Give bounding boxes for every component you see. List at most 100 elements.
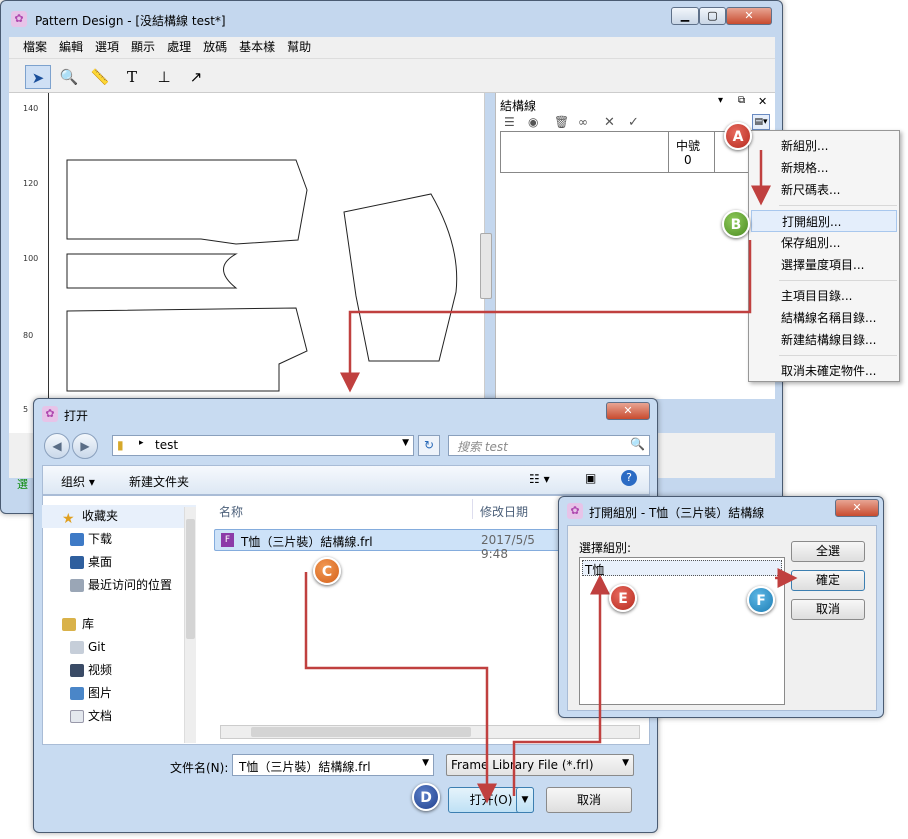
preview-pane-icon[interactable]: ▣: [585, 471, 596, 485]
dialog-close-button[interactable]: ✕: [606, 402, 650, 420]
panel-list-icon[interactable]: ☰: [504, 115, 515, 129]
panel-float-icon[interactable]: ⧉: [738, 95, 745, 106]
menu-item-1[interactable]: 編輯: [53, 37, 89, 57]
close-button[interactable]: ✕: [726, 7, 772, 25]
back-button[interactable]: ◀: [44, 433, 70, 459]
nav-favorites[interactable]: ★ 收藏夹: [42, 505, 196, 528]
path-segment[interactable]: test: [155, 438, 178, 452]
group-label: 選擇組別:: [579, 541, 632, 555]
menu-main-catalog[interactable]: 主項目目錄...: [749, 285, 899, 307]
menu-item-3[interactable]: 顯示: [125, 37, 161, 57]
zoom-icon[interactable]: 🔍: [56, 65, 82, 89]
select-all-button[interactable]: 全選: [791, 541, 865, 562]
panel-menu-button[interactable]: ▤▾: [752, 114, 770, 130]
menu-bar: 檔案 編輯 選項 顯示 處理 放碼 基本樣 幫助: [9, 37, 775, 59]
video-icon: [70, 664, 84, 677]
organize-button[interactable]: 组织 ▾: [61, 473, 95, 490]
panel-link-icon[interactable]: ∞: [578, 115, 588, 129]
anchor-tool-icon[interactable]: ⊥: [151, 65, 177, 89]
group-dialog-icon: ✿: [567, 503, 583, 519]
select-arrow-icon[interactable]: ➤: [25, 65, 51, 89]
text-tool-icon[interactable]: T: [119, 65, 145, 89]
file-row[interactable]: F T恤（三片裝）結構線.frl 2017/5/5 9:48: [214, 529, 564, 561]
minimize-button[interactable]: ▁: [671, 7, 699, 25]
open-split-arrow[interactable]: ▼: [516, 787, 534, 813]
menu-item-6[interactable]: 基本樣: [233, 37, 281, 57]
group-list-item[interactable]: T恤: [582, 560, 782, 577]
menu-item-7[interactable]: 幫助: [281, 37, 317, 57]
panel-eye-icon[interactable]: ◉: [528, 115, 538, 129]
panel-delete-icon[interactable]: 🗑: [554, 115, 569, 129]
menu-new-group[interactable]: 新組別...: [749, 135, 899, 157]
menu-open-group[interactable]: 打開組別...: [751, 210, 897, 232]
nav-downloads[interactable]: 下载: [42, 528, 196, 551]
canvas-scrollbar[interactable]: [480, 233, 492, 299]
curve-tool-icon[interactable]: ↗: [183, 65, 209, 89]
nav-label: 文档: [88, 709, 113, 723]
search-input[interactable]: 搜索 test 🔍: [448, 435, 650, 456]
nav-label: 图片: [88, 686, 113, 700]
panel-check-icon[interactable]: ✓: [628, 115, 639, 130]
menu-cancel-uncommitted[interactable]: 取消未確定物件...: [749, 360, 899, 382]
ruler-icon[interactable]: 📏: [87, 65, 113, 89]
ruler-label: 100: [23, 254, 39, 263]
nav-label: 库: [82, 617, 95, 631]
nav-pictures[interactable]: 图片: [42, 682, 196, 705]
group-dialog-close-button[interactable]: ✕: [835, 499, 879, 517]
star-icon: ★: [62, 511, 75, 527]
download-folder-icon: [70, 533, 84, 546]
menu-new-size-chart[interactable]: 新尺碼表...: [749, 179, 899, 201]
address-bar[interactable]: ▮ ▸ test ▼: [112, 435, 414, 456]
nav-library[interactable]: 库: [42, 613, 196, 636]
nav-label: 视频: [88, 663, 113, 677]
ok-button[interactable]: 確定: [791, 570, 865, 591]
filename-dropdown-icon[interactable]: ▼: [422, 758, 429, 768]
nav-label: 下载: [88, 532, 113, 546]
menu-item-2[interactable]: 選項: [89, 37, 125, 57]
column-name[interactable]: 名称: [219, 503, 243, 520]
pattern-pieces[interactable]: [51, 96, 481, 396]
step-marker-b: B: [722, 210, 750, 238]
path-chevron-icon: ▸: [139, 438, 144, 448]
nav-label: 最近访问的位置: [88, 578, 173, 592]
filename-input[interactable]: T恤（三片裝）結構線.frl ▼: [232, 754, 434, 776]
view-options-icon[interactable]: ☷ ▾: [529, 472, 550, 486]
maximize-button[interactable]: ▢: [699, 7, 726, 25]
menu-item-0[interactable]: 檔案: [17, 37, 53, 57]
nav-recent[interactable]: 最近访问的位置: [42, 574, 196, 597]
group-dialog: ✿ 打開組別 - T恤（三片裝）結構線 ✕ 選擇組別: T恤 全選 確定 取消: [558, 496, 884, 718]
nav-git[interactable]: Git: [42, 636, 196, 659]
column-modified[interactable]: 修改日期: [480, 503, 528, 520]
nav-videos[interactable]: 视频: [42, 659, 196, 682]
nav-desktop[interactable]: 桌面: [42, 551, 196, 574]
new-folder-button[interactable]: 新建文件夹: [129, 473, 189, 490]
menu-new-catalog[interactable]: 新建結構線目錄...: [749, 329, 899, 351]
menu-name-catalog[interactable]: 結構線名稱目錄...: [749, 307, 899, 329]
step-marker-d: D: [412, 783, 440, 811]
menu-item-5[interactable]: 放碼: [197, 37, 233, 57]
menu-item-4[interactable]: 處理: [161, 37, 197, 57]
file-date: 2017/5/5 9:48: [481, 533, 535, 561]
group-listbox[interactable]: T恤: [579, 557, 785, 705]
panel-x-icon[interactable]: ✕: [604, 115, 615, 130]
refresh-button[interactable]: ↻: [418, 435, 440, 456]
help-icon[interactable]: ?: [621, 470, 637, 486]
forward-button[interactable]: ▶: [72, 433, 98, 459]
horizontal-scrollbar[interactable]: [220, 725, 640, 739]
column-value: 0: [684, 153, 692, 167]
filetype-select[interactable]: Frame Library File (*.frl) ▼: [446, 754, 634, 776]
library-icon: [62, 618, 76, 631]
cancel-button[interactable]: 取消: [546, 787, 632, 813]
filetype-value: Frame Library File (*.frl): [451, 758, 594, 772]
panel-pin-icon[interactable]: ▾: [718, 95, 723, 106]
ruler-label: 140: [23, 104, 39, 113]
nav-documents[interactable]: 文档: [42, 705, 196, 728]
menu-save-group[interactable]: 保存組別...: [749, 232, 899, 254]
vertical-ruler: [9, 93, 49, 433]
menu-new-spec[interactable]: 新規格...: [749, 157, 899, 179]
panel-close-icon[interactable]: ✕: [758, 95, 767, 108]
group-cancel-button[interactable]: 取消: [791, 599, 865, 620]
address-dropdown-icon[interactable]: ▼: [402, 438, 409, 448]
nav-scrollbar[interactable]: [184, 507, 196, 743]
menu-select-measure[interactable]: 選擇量度項目...: [749, 254, 899, 276]
